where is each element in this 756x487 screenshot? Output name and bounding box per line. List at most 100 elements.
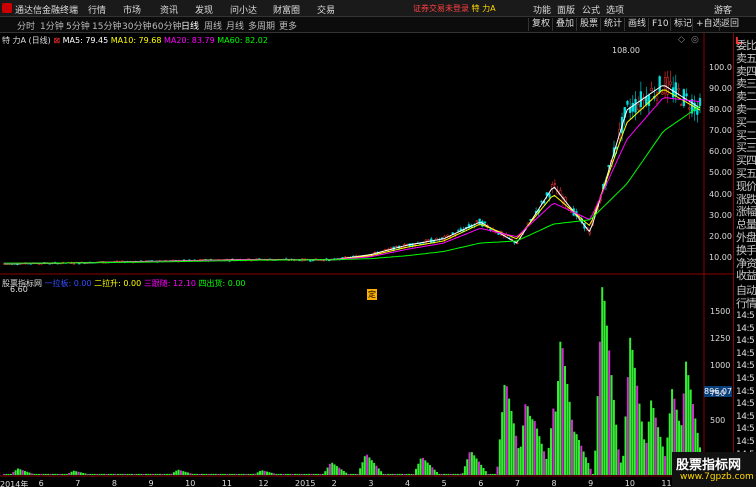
menu-item-trade[interactable]: 交易: [317, 3, 335, 16]
indicator-bar: [361, 462, 364, 475]
quote-sidebar[interactable]: 委比 卖五 卖四 卖三 卖二 卖一 买一 买二 买三 买四 买五 现价 涨跌 涨幅 总量 外盘 换手 净资 收益 自动…: [733, 33, 756, 482]
indicator-bar: [172, 472, 175, 475]
login-notice[interactable]: 证券交易未登录 特 力A: [413, 3, 496, 14]
tab-1min[interactable]: 1分钟: [40, 19, 64, 32]
indicator-bar: [524, 404, 527, 475]
indicator-tick-label: 1250: [710, 334, 731, 344]
indicator-bar: [44, 473, 47, 475]
indicator-bar: [214, 473, 217, 475]
indicator-bar: [312, 473, 315, 475]
indicator-bar: [33, 473, 36, 475]
indicator-bar: [147, 473, 150, 475]
indicator-bar: [273, 473, 276, 475]
indicator-bar: [61, 473, 64, 475]
tab-60min[interactable]: 60分钟: [152, 19, 181, 32]
guest-user[interactable]: 游客: [714, 3, 732, 16]
menu-item-news[interactable]: 资讯: [160, 3, 178, 16]
indicator-bar: [466, 459, 469, 475]
indicator-bar: [417, 463, 420, 475]
indicator-bar: [238, 473, 241, 475]
indicator-bar: [228, 473, 231, 475]
menu-item-market[interactable]: 市场: [123, 3, 141, 16]
candle-body: [440, 237, 444, 239]
indicator-bar: [242, 473, 245, 475]
indicator-bar: [449, 473, 452, 475]
date-tick-label: 5: [441, 479, 447, 487]
menu-item-panel[interactable]: 面版: [557, 3, 575, 16]
indicator-bar: [270, 472, 273, 475]
settings-icon[interactable]: ◇: [678, 35, 685, 45]
indicator-bar: [589, 468, 592, 475]
indicator-bar: [184, 471, 187, 475]
adjust-button[interactable]: 复权: [528, 18, 553, 31]
stock-button[interactable]: 股票: [576, 18, 601, 31]
date-tick-label: 11: [661, 479, 672, 487]
indicator-bar: [612, 399, 615, 475]
indicator-bar: [461, 473, 464, 475]
indicator-bar: [487, 473, 490, 475]
tab-5min[interactable]: 5分钟: [66, 19, 90, 32]
time-tick: 14:5: [736, 323, 755, 334]
menu-item-formula[interactable]: 公式: [582, 3, 600, 16]
candle-body: [344, 256, 347, 258]
candle-body: [384, 249, 387, 251]
menu-item-ask[interactable]: 问小达: [230, 3, 257, 16]
indicator-bar: [282, 473, 285, 475]
close-chart-icon[interactable]: ⊠: [53, 36, 60, 45]
menu-item-quotes[interactable]: 行情: [88, 3, 106, 16]
indicator-tick-label: 1000: [710, 361, 731, 371]
candle-body: [309, 260, 312, 262]
indicator-bar: [93, 473, 96, 475]
tab-15min[interactable]: 15分钟: [92, 19, 121, 32]
event-marker[interactable]: 定: [367, 289, 377, 300]
draw-button[interactable]: 画线: [624, 18, 649, 31]
indicator-bar: [470, 452, 473, 475]
indicator-bar: [135, 473, 138, 475]
tab-daily[interactable]: 日线: [181, 19, 199, 32]
indicator-bar: [224, 473, 227, 475]
tab-weekly[interactable]: 周线: [204, 19, 222, 32]
indicator-bar: [3, 473, 5, 475]
indicator-bar: [203, 473, 206, 475]
indicator-bar: [112, 473, 115, 475]
tab-more[interactable]: 更多: [279, 19, 297, 32]
indicator-bar: [298, 473, 301, 475]
tab-multi-period[interactable]: 多周期: [248, 19, 275, 32]
menu-item-function[interactable]: 功能: [533, 3, 551, 16]
indicator-bar: [259, 470, 262, 475]
chart-area[interactable]: [0, 33, 733, 482]
menu-item-options[interactable]: 选项: [606, 3, 624, 16]
lock-icon[interactable]: ◎: [691, 35, 699, 45]
indicator-bar: [86, 473, 89, 475]
indicator-bar: [16, 468, 19, 475]
time-tick: 14:5: [736, 348, 755, 359]
indicator-bar: [314, 473, 317, 475]
candle-body: [658, 76, 661, 93]
indicator-bar: [363, 456, 366, 475]
indicator-bar: [96, 473, 99, 475]
indicator-bar: [603, 300, 606, 475]
stats-button[interactable]: 统计: [600, 18, 625, 31]
candle-body: [395, 245, 398, 247]
indicator-bar: [480, 464, 483, 475]
indicator-bar: [591, 473, 594, 475]
f10-button[interactable]: F10: [648, 18, 672, 31]
overlay-button[interactable]: 叠加: [552, 18, 577, 31]
indicator-bar: [163, 473, 166, 475]
candle-body: [72, 263, 76, 265]
menu-item-discover[interactable]: 发现: [195, 3, 213, 16]
back-button[interactable]: 返回: [719, 18, 740, 31]
tab-monthly[interactable]: 月线: [226, 19, 244, 32]
tab-30min[interactable]: 30分钟: [122, 19, 151, 32]
candle-body: [674, 82, 677, 97]
indicator-bar: [570, 419, 573, 475]
menu-item-wealth[interactable]: 财富圈: [273, 3, 300, 16]
indicator-bar: [240, 473, 243, 475]
indicator-bar: [156, 473, 159, 475]
indicator-bar: [496, 466, 499, 475]
indicator-bar: [640, 421, 643, 475]
indicator-bar: [629, 337, 632, 475]
indicator-bar: [98, 473, 101, 475]
indicator-bar: [19, 469, 22, 475]
tab-intraday[interactable]: 分时: [17, 19, 35, 32]
